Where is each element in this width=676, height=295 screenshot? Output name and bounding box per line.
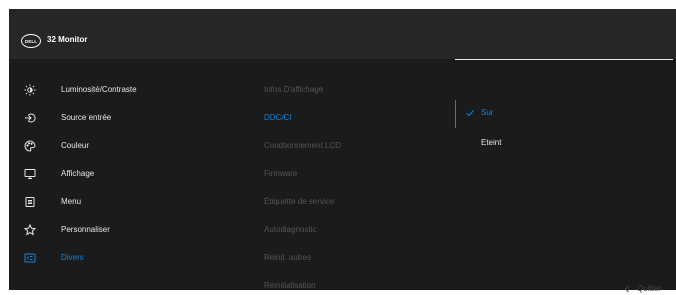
value-option-off[interactable]: Eteint [481, 136, 501, 150]
submenu-other-reset[interactable]: Réinit. autres [264, 251, 311, 265]
menu-item-color[interactable]: Couleur [23, 139, 89, 153]
values-column-divider [455, 59, 673, 60]
exit-label: Quitter [637, 284, 662, 293]
osd-header: DELL 32 Monitor [9, 9, 676, 59]
menu-item-menu[interactable]: Menu [23, 195, 81, 209]
value-option-label: Eteint [481, 138, 502, 147]
menu-item-label: Affichage [61, 169, 95, 178]
monitor-title: 32 Monitor [47, 35, 88, 44]
value-option-on[interactable]: Sur [465, 106, 493, 120]
display-icon [23, 167, 37, 181]
menu-item-label: Divers [61, 253, 84, 262]
menu-item-personalize[interactable]: Personnaliser [23, 223, 110, 237]
submenu-ddc-ci[interactable]: DDC/CI [264, 111, 292, 125]
brightness-icon [23, 83, 37, 97]
submenu-factory-reset[interactable]: Réinitialisation [264, 279, 316, 293]
value-selection-marker [455, 100, 456, 128]
checkmark-icon [466, 110, 474, 117]
menu-item-label: Source entrée [61, 113, 112, 122]
submenu-lcd-conditioning[interactable]: Condtionnement LCD [264, 139, 341, 153]
others-icon [23, 251, 37, 265]
chevron-left-icon [624, 285, 629, 293]
color-palette-icon [23, 139, 37, 153]
menu-item-label: Personnaliser [61, 225, 110, 234]
submenu-service-tag[interactable]: Étiquette de service [264, 195, 334, 209]
menu-item-brightness-contrast[interactable]: Luminosité/Contraste [23, 83, 137, 97]
dell-logo: DELL [21, 34, 41, 48]
input-source-icon [23, 111, 37, 125]
submenu-self-diagnostic[interactable]: Autodiagnostic [264, 223, 316, 237]
menu-item-label: Luminosité/Contraste [61, 85, 137, 94]
menu-item-others[interactable]: Divers [23, 251, 84, 265]
dell-logo-text: DELL [24, 38, 38, 44]
star-icon [23, 223, 37, 237]
value-option-label: Sur [481, 108, 494, 117]
menu-item-label: Couleur [61, 141, 90, 150]
exit-button[interactable]: Quitter [623, 283, 661, 295]
submenu-display-info[interactable]: Infos D'affichage [264, 83, 323, 97]
menu-item-display[interactable]: Affichage [23, 167, 94, 181]
menu-item-label: Menu [61, 197, 82, 206]
menu-item-input-source[interactable]: Source entrée [23, 111, 111, 125]
monitor-osd-panel: DELL 32 Monitor Luminosité/Contraste Sou… [9, 9, 676, 293]
menu-icon [23, 195, 37, 209]
submenu-firmware[interactable]: Firmware [264, 167, 297, 181]
